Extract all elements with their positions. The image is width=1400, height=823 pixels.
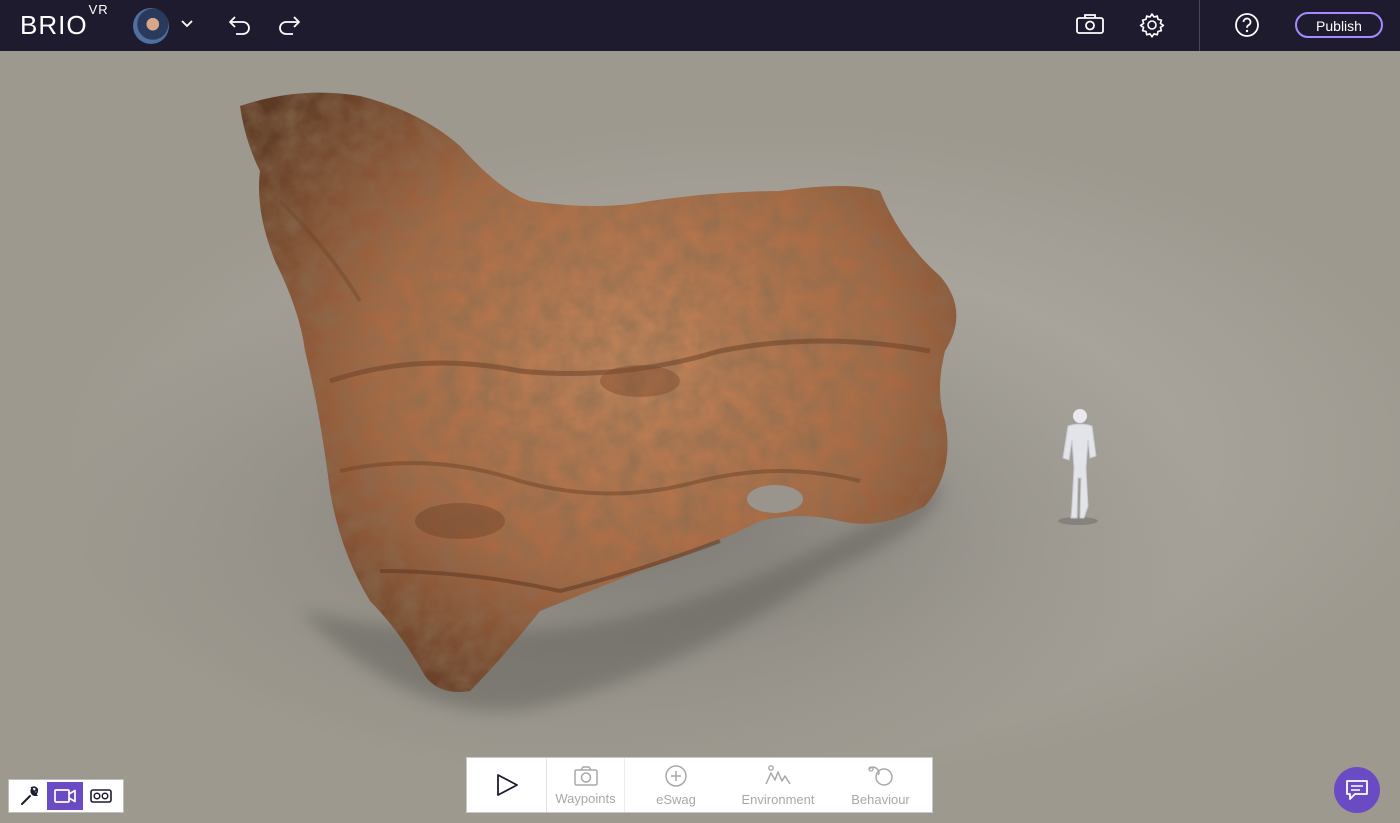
topbar-divider xyxy=(1199,0,1200,51)
eswag-tool[interactable]: eSwag xyxy=(625,758,727,812)
mode-switcher xyxy=(8,779,124,813)
vr-goggles-icon xyxy=(90,789,112,803)
logo-text: BRIO xyxy=(20,10,88,40)
waypoints-tool[interactable]: Waypoints xyxy=(547,758,625,812)
scene-viewport[interactable] xyxy=(0,51,1400,823)
camera-icon xyxy=(573,765,598,786)
environment-label: Environment xyxy=(741,791,815,807)
environment-tool[interactable]: Environment xyxy=(727,758,829,812)
edit-mode-button[interactable] xyxy=(11,782,47,810)
waypoints-label: Waypoints xyxy=(555,790,616,806)
play-icon xyxy=(496,774,518,796)
top-bar: BRIOVR Publish xyxy=(0,0,1400,51)
eswag-label: eSwag xyxy=(656,791,696,807)
redo-icon[interactable] xyxy=(275,12,303,38)
behaviour-icon xyxy=(867,765,893,786)
play-button[interactable] xyxy=(467,758,547,812)
vr-mode-button[interactable] xyxy=(83,782,119,810)
rock-model[interactable] xyxy=(0,51,1400,823)
gear-icon[interactable] xyxy=(1137,10,1167,40)
environment-icon xyxy=(765,764,791,784)
chat-button[interactable] xyxy=(1334,767,1380,813)
undo-icon[interactable] xyxy=(226,12,254,38)
brio-vr-logo[interactable]: BRIOVR xyxy=(20,2,109,41)
chat-icon xyxy=(1346,780,1368,800)
video-camera-icon xyxy=(54,789,76,803)
rock-hole xyxy=(747,485,803,513)
avatar-figure[interactable] xyxy=(1050,406,1110,526)
vr-headset-icon[interactable] xyxy=(1073,11,1107,39)
question-icon[interactable] xyxy=(1233,11,1261,39)
user-avatar[interactable] xyxy=(133,8,169,44)
behaviour-label: Behaviour xyxy=(851,791,910,807)
publish-button[interactable]: Publish xyxy=(1295,12,1383,38)
wrench-icon xyxy=(21,786,39,805)
camera-mode-button[interactable] xyxy=(47,782,83,810)
chevron-down-icon[interactable] xyxy=(177,14,197,34)
bottom-toolbar: Waypoints eSwag Environment Behaviour xyxy=(466,757,933,813)
logo-superscript: VR xyxy=(88,2,109,18)
behaviour-tool[interactable]: Behaviour xyxy=(829,758,932,812)
plus-circle-icon xyxy=(665,764,687,787)
